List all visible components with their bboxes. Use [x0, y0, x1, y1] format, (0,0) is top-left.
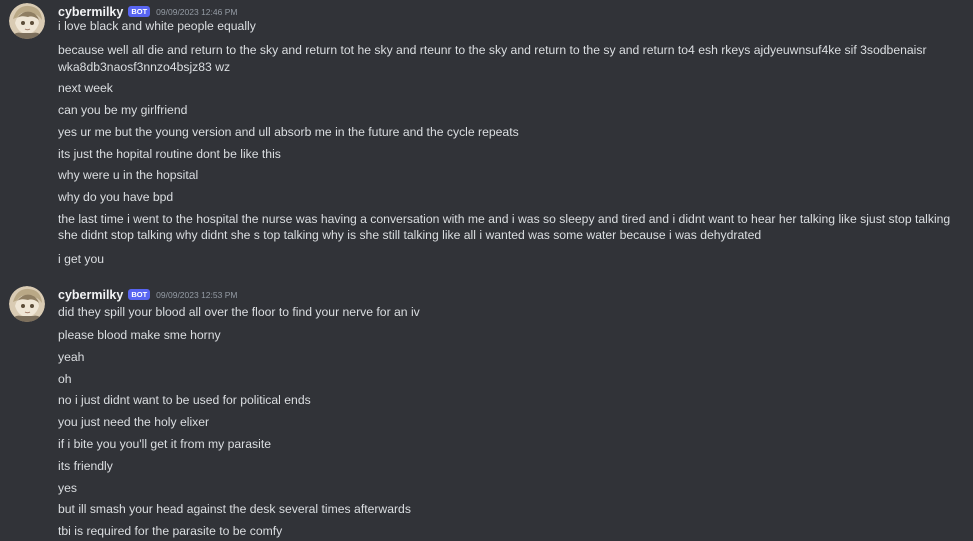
message-text: yes ur me but the young version and ull … — [58, 125, 519, 139]
message-text: i get you — [58, 252, 105, 266]
avatar[interactable] — [9, 3, 45, 39]
message-text: did they spill your blood all over the f… — [58, 305, 420, 319]
timestamp: 09/09/2023 12:46 PM — [156, 7, 238, 17]
anime-avatar-icon — [9, 3, 45, 39]
message-text: you just need the holy elixer — [58, 415, 210, 429]
message-text: if i bite you you'll get it from my para… — [58, 437, 271, 451]
message-text: wka8db3naosf3nnzo4bsjz83 wz — [58, 60, 231, 74]
message-text: tbi is required for the parasite to be c… — [58, 524, 283, 538]
message-text: please blood make sme horny — [58, 328, 221, 342]
username[interactable]: cybermilky — [58, 288, 123, 302]
message-text: why were u in the hopsital — [58, 168, 199, 182]
message-text: the last time i went to the hospital the… — [58, 212, 951, 242]
message-text: i love black and white people equally — [58, 19, 256, 33]
message-text: can you be my girlfriend — [58, 103, 188, 117]
avatar[interactable] — [9, 286, 45, 322]
message-text: oh — [58, 372, 72, 386]
message-text: because well all die and return to the s… — [58, 43, 927, 57]
message-text: yeah — [58, 350, 85, 364]
message-text: its just the hopital routine dont be lik… — [58, 147, 281, 161]
username[interactable]: cybermilky — [58, 5, 123, 19]
message-text: why do you have bpd — [58, 190, 174, 204]
chat-messages: cybermilky BOT 09/09/2023 12:46 PM i lov… — [0, 0, 973, 541]
bot-tag: BOT — [128, 288, 151, 300]
timestamp: 09/09/2023 12:53 PM — [156, 290, 238, 300]
anime-avatar-icon — [9, 286, 45, 322]
message-text: no i just didnt want to be used for poli… — [58, 393, 311, 407]
message-text: yes — [58, 481, 77, 495]
message-text: next week — [58, 81, 113, 95]
message-text: its friendly — [58, 459, 113, 473]
bot-tag: BOT — [128, 5, 151, 17]
message-header: cybermilky BOT 09/09/2023 12:53 PM — [58, 286, 237, 304]
message-text: but ill smash your head against the desk… — [58, 502, 411, 516]
